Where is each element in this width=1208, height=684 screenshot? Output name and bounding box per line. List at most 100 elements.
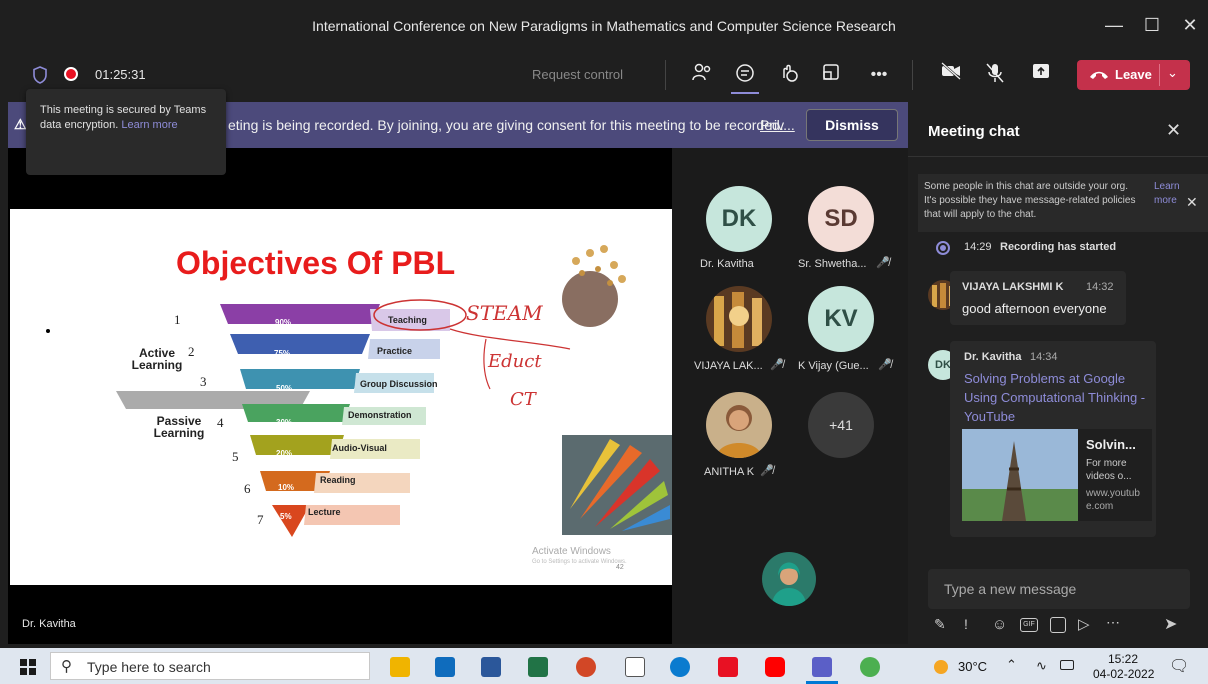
share-screen-icon[interactable] xyxy=(1028,62,1054,88)
chevron-down-icon[interactable]: ⌄ xyxy=(1167,65,1178,81)
level-label: Lecture xyxy=(308,507,341,517)
outlook-icon[interactable] xyxy=(435,657,455,677)
level-label: Teaching xyxy=(388,315,427,325)
level-number: 2 xyxy=(188,344,195,359)
level-percent: 50% xyxy=(276,384,293,393)
camera-off-icon[interactable] xyxy=(938,62,964,88)
chat-icon[interactable] xyxy=(732,62,758,88)
learning-pyramid xyxy=(46,245,672,537)
participant-avatar[interactable]: SD xyxy=(808,186,874,252)
leave-label: Leave xyxy=(1115,67,1152,82)
more-participants-button[interactable]: +41 xyxy=(808,392,874,458)
title-bar: International Conference on New Paradigm… xyxy=(0,0,1208,52)
news-icon[interactable] xyxy=(718,657,738,677)
emoji-icon[interactable]: ☺ xyxy=(992,616,1007,633)
file-explorer-icon[interactable] xyxy=(390,657,410,677)
learn-more-link[interactable]: Learn more xyxy=(121,119,177,131)
warning-icon: ⚠ xyxy=(14,116,27,132)
taskbar-search-box[interactable]: ⚲ Type here to search xyxy=(50,652,370,680)
minimize-icon[interactable]: — xyxy=(1100,12,1128,38)
participant-avatar[interactable]: KV xyxy=(808,286,874,352)
send-icon[interactable]: ➤ xyxy=(1164,614,1177,634)
powerpoint-icon[interactable] xyxy=(576,657,596,677)
people-icon[interactable] xyxy=(689,62,715,88)
wordpad-icon[interactable] xyxy=(625,657,645,677)
privacy-link[interactable]: Priv... xyxy=(760,117,795,133)
muted-icon: 🎤̸ xyxy=(770,359,784,371)
weather-icon[interactable] xyxy=(934,660,948,674)
message-author: Dr. Kavitha xyxy=(964,351,1022,363)
teams-icon[interactable] xyxy=(812,657,832,677)
leave-button[interactable]: Leave ⌄ xyxy=(1077,60,1190,90)
dismiss-button[interactable]: Dismiss xyxy=(806,109,898,141)
leave-divider xyxy=(1159,64,1160,86)
chevron-up-icon[interactable]: ⌃ xyxy=(1006,657,1017,673)
link-preview-card[interactable]: Solvin... For more videos o... www.youtu… xyxy=(962,429,1152,521)
compose-box[interactable]: Type a new message xyxy=(928,569,1190,609)
notifications-icon[interactable]: 🗨 xyxy=(1169,656,1189,676)
participant-name: Dr. Kavitha xyxy=(700,258,754,270)
chat-title: Meeting chat xyxy=(928,123,1020,140)
maximize-icon[interactable]: ☐ xyxy=(1138,12,1166,38)
sticker-icon[interactable] xyxy=(1050,617,1066,633)
clock-date[interactable]: 04-02-2022 xyxy=(1093,667,1154,681)
close-icon[interactable]: ✕ xyxy=(1176,12,1204,38)
edge-icon[interactable] xyxy=(670,657,690,677)
windows-taskbar: ⚲ Type here to search 30°C ⌃ ∿ 15:22 04-… xyxy=(0,648,1208,684)
praise-icon[interactable]: ▷ xyxy=(1078,615,1090,633)
external-notice: Some people in this chat are outside you… xyxy=(918,174,1208,232)
window-title: International Conference on New Paradigm… xyxy=(312,18,896,34)
search-icon: ⚲ xyxy=(61,658,72,675)
request-control-button[interactable]: Request control xyxy=(532,67,623,82)
level-number: 7 xyxy=(257,512,264,527)
activate-windows-watermark: Activate Windows xyxy=(532,546,611,557)
level-label: Reading xyxy=(320,475,356,485)
activate-windows-subtext: Go to Settings to activate Windows. xyxy=(532,559,627,565)
youtube-icon[interactable] xyxy=(765,657,785,677)
toolbar-divider xyxy=(912,60,913,90)
youtube-link[interactable]: Solving Problems at Google Using Computa… xyxy=(964,369,1152,426)
chat-active-indicator xyxy=(731,92,759,94)
search-placeholder: Type here to search xyxy=(87,659,211,675)
windows-start-icon[interactable] xyxy=(20,659,36,675)
level-percent: 10% xyxy=(278,483,295,492)
level-percent: 30% xyxy=(276,418,293,427)
rooms-icon[interactable] xyxy=(818,62,844,88)
gif-icon[interactable]: GIF xyxy=(1020,618,1038,632)
encryption-tooltip: This meeting is secured by Teams data en… xyxy=(26,89,226,175)
close-chat-icon[interactable]: ✕ xyxy=(1166,120,1181,141)
clock-time[interactable]: 15:22 xyxy=(1108,652,1138,666)
notice-text: Some people in this chat are outside you… xyxy=(924,181,1136,220)
level-number: 1 xyxy=(174,312,181,327)
more-compose-options-icon[interactable]: ⋯ xyxy=(1106,614,1120,631)
message-time: 14:34 xyxy=(1030,351,1058,363)
temperature: 30°C xyxy=(958,659,988,674)
participant-photo[interactable] xyxy=(706,286,772,352)
level-label: Group Discussion xyxy=(360,379,438,389)
handwriting-educt: Educt xyxy=(488,351,542,372)
dismiss-notice-icon[interactable]: ✕ xyxy=(1186,194,1198,211)
participant-photo[interactable] xyxy=(706,392,772,458)
format-icon[interactable]: ✎ xyxy=(934,616,946,633)
level-percent: 90% xyxy=(275,318,292,327)
participant-avatar[interactable]: DK xyxy=(706,186,772,252)
level-number: 4 xyxy=(217,415,224,430)
shield-icon[interactable] xyxy=(32,66,48,84)
excel-icon[interactable] xyxy=(528,657,548,677)
wifi-icon[interactable]: ∿ xyxy=(1036,658,1047,674)
level-percent: 20% xyxy=(276,449,293,458)
mic-off-icon[interactable] xyxy=(982,62,1008,88)
system-message-time: 14:29 xyxy=(964,241,992,253)
word-icon[interactable] xyxy=(481,657,501,677)
meeting-timer: 01:25:31 xyxy=(95,67,146,82)
self-video-avatar[interactable] xyxy=(762,552,816,606)
reactions-icon[interactable] xyxy=(776,62,802,88)
notice-learn-more-link[interactable]: Learn more xyxy=(1154,180,1188,208)
level-number: 6 xyxy=(244,481,251,496)
chrome-icon[interactable] xyxy=(860,657,880,677)
important-icon[interactable]: ! xyxy=(964,616,968,632)
battery-icon[interactable] xyxy=(1060,660,1074,670)
link-preview-thumbnail xyxy=(962,429,1078,521)
presenter-name: Dr. Kavitha xyxy=(22,618,76,630)
more-options-icon[interactable]: ••• xyxy=(866,62,892,88)
